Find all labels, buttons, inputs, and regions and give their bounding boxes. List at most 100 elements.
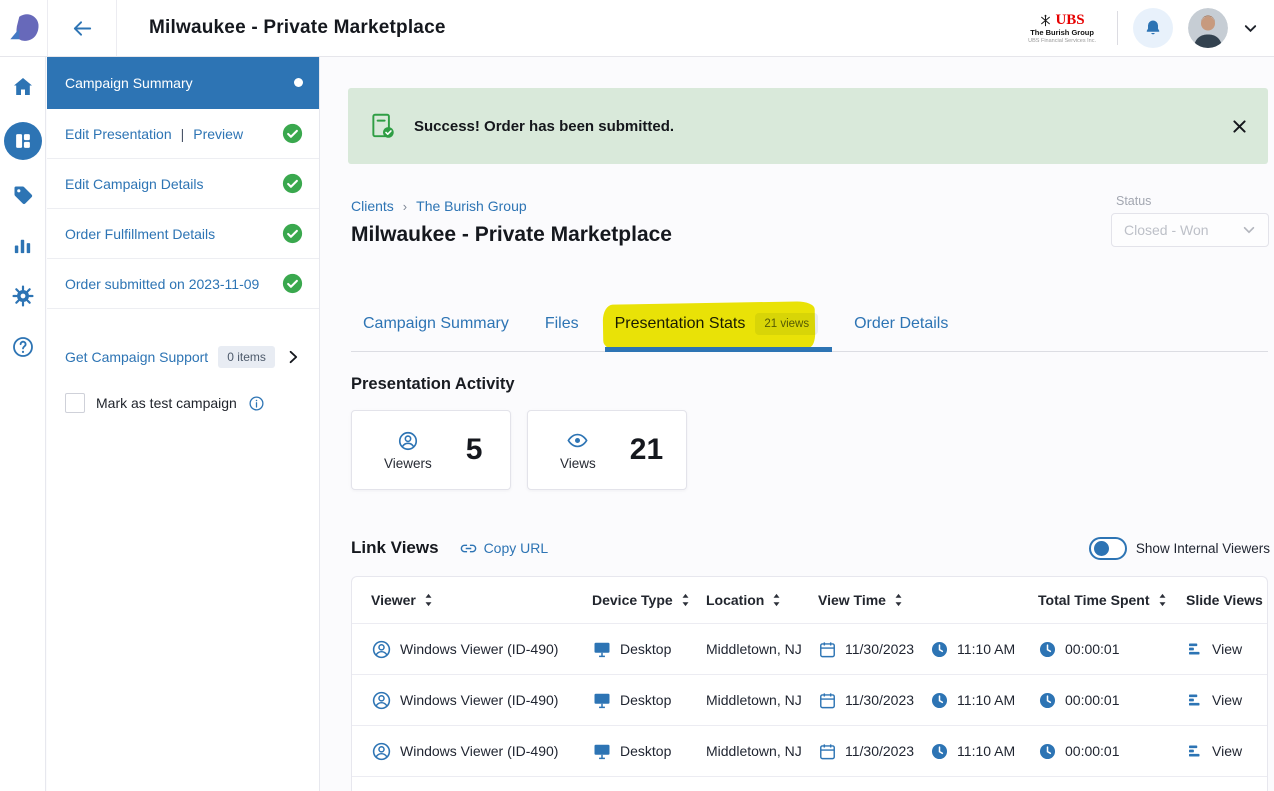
viewer-cell: Windows Viewer (ID-490): [371, 690, 592, 711]
tab-files[interactable]: Files: [545, 297, 579, 351]
sidebar-item-order-submitted[interactable]: Order submitted on 2023-11-09: [47, 259, 319, 309]
copy-url-button[interactable]: Copy URL: [459, 539, 549, 558]
sidebar-item-label: Edit Campaign Details: [65, 176, 204, 192]
column-header-view-time[interactable]: View Time: [818, 592, 1038, 608]
total-time-cell: 00:00:01: [1038, 742, 1186, 761]
clock-icon: [1038, 640, 1057, 659]
test-campaign-label: Mark as test campaign: [96, 395, 237, 411]
slide-views-cell[interactable]: View: [1186, 640, 1267, 658]
support-label: Get Campaign Support: [65, 349, 208, 365]
test-campaign-checkbox[interactable]: [65, 393, 85, 413]
active-tab-underline: [605, 347, 833, 352]
tab-presentation-stats[interactable]: Presentation Stats 21 views: [615, 297, 819, 351]
toggle-knob: [1094, 541, 1109, 556]
help-icon[interactable]: [11, 335, 35, 359]
ubs-subtext: UBS Financial Services Inc.: [1028, 38, 1096, 44]
views-value: 21: [630, 433, 663, 467]
sort-icon[interactable]: [1158, 593, 1167, 607]
column-header-device-type[interactable]: Device Type: [592, 592, 706, 608]
table-row-partial: [352, 776, 1267, 791]
chevron-right-icon: [285, 349, 301, 365]
sort-icon[interactable]: [772, 593, 781, 607]
desktop-monitor-icon: [592, 690, 612, 710]
desktop-monitor-icon: [592, 741, 612, 761]
gear-icon[interactable]: [11, 284, 35, 308]
window-title: Milwaukee - Private Marketplace: [149, 17, 446, 39]
tab-label: Order Details: [854, 315, 948, 333]
sort-icon[interactable]: [424, 593, 433, 607]
campaigns-nav-active[interactable]: [4, 122, 42, 160]
status-label: Status: [1116, 194, 1151, 208]
account-chevron-down-icon[interactable]: [1243, 21, 1258, 36]
viewers-value: 5: [466, 433, 483, 467]
tab-order-details[interactable]: Order Details: [854, 297, 948, 351]
check-circle-icon: [282, 273, 303, 294]
location-cell: Middletown, NJ: [706, 641, 818, 657]
desktop-monitor-icon: [592, 639, 612, 659]
column-header-total-time-spent[interactable]: Total Time Spent: [1038, 592, 1186, 608]
link-views-header: Link Views Copy URL: [351, 538, 548, 558]
avatar[interactable]: [1188, 8, 1228, 48]
bell-icon: [1143, 18, 1163, 38]
app-logo[interactable]: [0, 0, 47, 56]
header-actions: UBS The Burish Group UBS Financial Servi…: [1022, 8, 1274, 48]
toggle-label: Show Internal Viewers: [1136, 541, 1270, 556]
column-header-viewer[interactable]: Viewer: [371, 592, 592, 608]
get-campaign-support[interactable]: Get Campaign Support 0 items: [47, 337, 319, 377]
calendar-icon: [818, 691, 837, 710]
location-cell: Middletown, NJ: [706, 743, 818, 759]
viewer-cell: Windows Viewer (ID-490): [371, 639, 592, 660]
tab-campaign-summary[interactable]: Campaign Summary: [363, 297, 509, 351]
document-check-icon: [368, 111, 398, 141]
chevron-down-icon: [1242, 223, 1256, 237]
home-icon[interactable]: [11, 75, 35, 99]
breadcrumb-burish-group[interactable]: The Burish Group: [416, 198, 527, 214]
sidebar-item-campaign-summary[interactable]: Campaign Summary: [47, 57, 319, 109]
view-link[interactable]: View: [1212, 692, 1242, 708]
preview-link[interactable]: Preview: [193, 126, 243, 142]
slide-views-cell[interactable]: View: [1186, 691, 1267, 709]
back-button[interactable]: [47, 0, 117, 56]
sidebar-item-edit-presentation[interactable]: Edit Presentation | Preview: [47, 109, 319, 159]
total-time-cell: 00:00:01: [1038, 691, 1186, 710]
viewer-person-icon: [371, 741, 392, 762]
total-time-cell: 00:00:01: [1038, 640, 1186, 659]
device-type-cell: Desktop: [592, 639, 706, 659]
ubs-name: UBS: [1055, 12, 1084, 29]
viewers-stat-card: Viewers 5: [351, 410, 511, 490]
current-step-dot-icon: [294, 78, 303, 87]
location-cell: Middletown, NJ: [706, 692, 818, 708]
column-header-slide-views: Slide Views: [1186, 592, 1267, 608]
bar-chart-icon[interactable]: [11, 234, 34, 257]
page-title: Milwaukee - Private Marketplace: [351, 223, 672, 247]
view-time-cell: 11/30/2023 11:10 AM: [818, 640, 1038, 659]
avatar-photo: [1188, 8, 1228, 48]
view-time-cell: 11/30/2023 11:10 AM: [818, 691, 1038, 710]
show-internal-viewers-toggle[interactable]: [1089, 537, 1127, 560]
tab-label: Campaign Summary: [363, 315, 509, 333]
slide-views-cell[interactable]: View: [1186, 742, 1267, 760]
views-stat-card: Views 21: [527, 410, 687, 490]
sidebar-item-order-fulfillment[interactable]: Order Fulfillment Details: [47, 209, 319, 259]
top-header: Milwaukee - Private Marketplace UBS The …: [0, 0, 1274, 57]
notifications-button[interactable]: [1133, 8, 1173, 48]
banner-message: Success! Order has been submitted.: [414, 118, 674, 135]
clock-icon: [930, 742, 949, 761]
view-link[interactable]: View: [1212, 641, 1242, 657]
close-icon[interactable]: [1231, 118, 1248, 135]
sidebar-item-edit-campaign-details[interactable]: Edit Campaign Details: [47, 159, 319, 209]
edit-presentation-link[interactable]: Edit Presentation: [65, 126, 172, 142]
breadcrumb-clients[interactable]: Clients: [351, 198, 394, 214]
view-link[interactable]: View: [1212, 743, 1242, 759]
link-views-heading: Link Views: [351, 538, 439, 558]
slide-bars-icon: [1186, 640, 1204, 658]
tag-icon[interactable]: [11, 183, 35, 207]
column-header-location[interactable]: Location: [706, 592, 818, 608]
device-type-cell: Desktop: [592, 741, 706, 761]
sort-icon[interactable]: [894, 593, 903, 607]
clock-icon: [1038, 691, 1057, 710]
sort-icon[interactable]: [681, 593, 690, 607]
status-dropdown[interactable]: Closed - Won: [1111, 213, 1269, 247]
info-icon[interactable]: [248, 395, 265, 412]
test-campaign-row: Mark as test campaign: [47, 393, 319, 413]
